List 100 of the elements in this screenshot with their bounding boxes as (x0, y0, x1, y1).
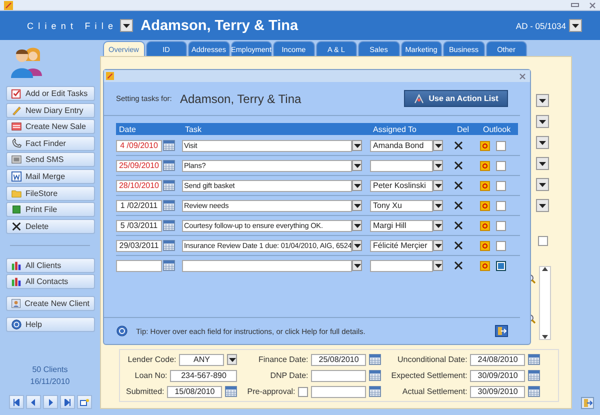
outlook-icon[interactable] (480, 220, 490, 230)
date-field[interactable] (116, 260, 162, 272)
outlook-icon[interactable] (480, 260, 490, 270)
checkbox[interactable] (496, 220, 506, 230)
outlook-icon[interactable] (480, 180, 490, 190)
calendar-icon[interactable] (528, 354, 540, 365)
sidebar-button[interactable]: New Diary Entry (6, 102, 94, 118)
dropdown-button[interactable] (352, 240, 362, 251)
close-icon[interactable] (589, 2, 596, 8)
dropdown-button[interactable] (536, 136, 549, 149)
sidebar-button[interactable]: Delete (6, 218, 94, 234)
delete-icon[interactable] (454, 181, 463, 190)
calendar-icon[interactable] (225, 386, 238, 397)
date-field[interactable]: 15/08/2010 (167, 386, 222, 398)
sidebar-button[interactable]: Print File (6, 202, 94, 218)
previous-record-button[interactable] (26, 395, 40, 409)
date-field[interactable]: 25/08/2010 (311, 354, 366, 366)
sidebar-button[interactable]: All Clients (6, 258, 94, 273)
checkbox[interactable] (496, 200, 506, 210)
dropdown-button[interactable] (433, 220, 443, 231)
checkbox[interactable] (496, 240, 506, 250)
calendar-icon[interactable] (163, 200, 175, 211)
calendar-icon[interactable] (528, 386, 540, 397)
date-field[interactable]: 28/10/2010 (116, 180, 162, 192)
exit-icon[interactable] (581, 397, 594, 409)
delete-icon[interactable] (454, 161, 463, 170)
dropdown-button[interactable] (433, 200, 443, 211)
minimize-icon[interactable] (571, 2, 579, 6)
checkbox[interactable] (298, 386, 308, 396)
sidebar-button[interactable]: Help (6, 317, 94, 332)
date-field[interactable]: 30/09/2010 (470, 370, 526, 382)
dropdown-button[interactable] (536, 178, 549, 191)
dropdown-button[interactable] (433, 160, 443, 171)
sidebar-button[interactable]: Add or Edit Tasks (6, 86, 94, 101)
checkbox[interactable] (496, 180, 506, 190)
first-record-button[interactable] (8, 395, 24, 409)
dropdown-button[interactable] (536, 157, 549, 170)
calendar-icon[interactable] (163, 180, 175, 191)
sidebar-button[interactable]: Create New Client (6, 296, 94, 312)
action-list-button[interactable]: Use an Action List (404, 90, 508, 107)
calendar-icon[interactable] (163, 140, 175, 151)
checkbox[interactable] (496, 140, 506, 150)
delete-icon[interactable] (454, 241, 463, 250)
task-field[interactable] (182, 260, 352, 272)
new-record-button[interactable] (76, 395, 92, 409)
dropdown-button[interactable] (352, 220, 362, 231)
delete-icon[interactable] (454, 201, 463, 210)
assignee-field[interactable] (370, 260, 433, 272)
dropdown-button[interactable] (227, 354, 238, 365)
calendar-icon[interactable] (528, 370, 540, 381)
assignee-field[interactable]: Tony Xu (370, 200, 433, 212)
dropdown-button[interactable] (536, 94, 549, 107)
dropdown-button[interactable] (352, 200, 362, 211)
outlook-icon[interactable] (480, 160, 490, 170)
calendar-icon[interactable] (163, 260, 175, 271)
assignee-field[interactable] (370, 160, 433, 172)
dropdown-button[interactable] (433, 260, 443, 271)
assignee-field[interactable]: Margi Hill (370, 220, 433, 232)
close-icon[interactable] (519, 72, 526, 80)
dropdown-button[interactable] (352, 260, 362, 271)
assignee-field[interactable]: Peter Koslinski (370, 180, 433, 192)
dropdown-button[interactable] (120, 19, 133, 32)
assignee-field[interactable]: Amanda Bond (370, 140, 433, 152)
outlook-icon[interactable] (480, 140, 490, 150)
sidebar-button[interactable]: Mail Merge (6, 168, 94, 184)
dropdown-button[interactable] (352, 180, 362, 191)
sidebar-button[interactable]: Send SMS (6, 152, 94, 168)
next-record-button[interactable] (42, 395, 58, 409)
checkbox[interactable] (496, 260, 506, 270)
date-field[interactable]: 25/09/2010 (116, 160, 162, 172)
dropdown-button[interactable] (536, 115, 549, 128)
calendar-icon[interactable] (369, 370, 382, 381)
delete-icon[interactable] (454, 261, 463, 270)
calendar-icon[interactable] (369, 386, 382, 397)
dropdown-button[interactable] (536, 199, 549, 212)
date-field[interactable] (311, 386, 366, 398)
text-field[interactable]: 234-567-890 (170, 370, 238, 382)
calendar-icon[interactable] (163, 220, 175, 231)
date-field[interactable]: 5 /03/2011 (116, 220, 162, 232)
dropdown-button[interactable] (352, 160, 362, 171)
sidebar-button[interactable]: All Contacts (6, 274, 94, 290)
assignee-field[interactable]: Félicité Merçier (370, 240, 433, 252)
sidebar-button[interactable]: FileStore (6, 186, 94, 201)
date-field[interactable]: 24/08/2010 (470, 354, 526, 366)
sidebar-button[interactable]: Fact Finder (6, 136, 94, 151)
outlook-icon[interactable] (480, 200, 490, 210)
outlook-icon[interactable] (480, 240, 490, 250)
dropdown-button[interactable] (569, 19, 582, 32)
help-icon[interactable] (116, 325, 128, 337)
checkbox[interactable] (538, 236, 548, 246)
delete-icon[interactable] (454, 221, 463, 230)
scroll-down-icon[interactable] (542, 335, 548, 339)
dropdown-button[interactable] (433, 240, 443, 251)
text-field[interactable]: ANY (179, 354, 224, 366)
date-field[interactable]: 29/03/2011 (116, 240, 162, 252)
calendar-icon[interactable] (163, 240, 175, 251)
last-record-button[interactable] (60, 395, 74, 409)
exit-icon[interactable] (495, 325, 508, 337)
calendar-icon[interactable] (369, 354, 382, 365)
date-field[interactable]: 4 /09/2010 (116, 140, 162, 152)
